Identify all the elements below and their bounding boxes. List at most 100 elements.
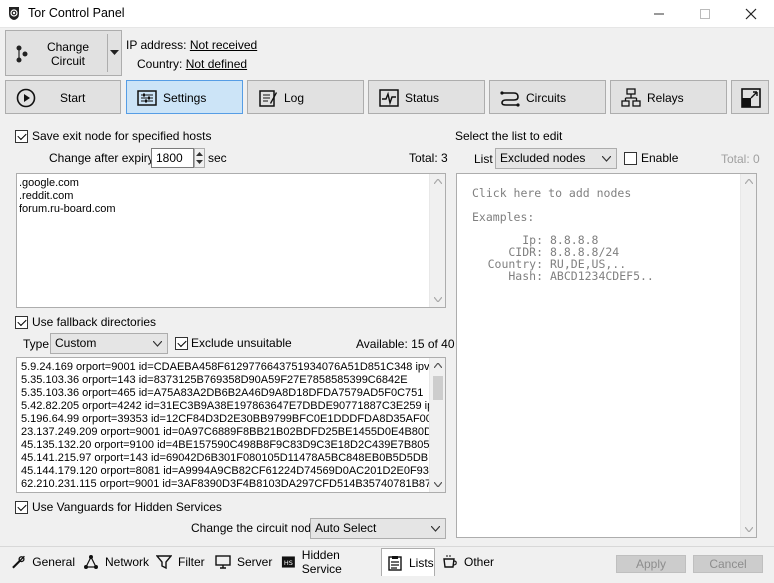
svg-text:HS: HS	[284, 559, 293, 567]
minimize-icon	[654, 13, 664, 15]
start-button[interactable]: Start	[5, 80, 121, 114]
expiry-input[interactable]: 1800	[151, 148, 194, 168]
fallback-entry: 45.141.215.97 orport=143 id=69042D6B301F…	[21, 452, 429, 464]
enable-label: Enable	[641, 151, 679, 165]
fallback-entry: 23.137.249.209 orport=9001 id=0A97C6889F…	[21, 426, 429, 438]
status-button[interactable]: Status	[368, 80, 485, 114]
tab-lists-label: Lists	[409, 555, 434, 570]
exclude-label: Exclude unsuitable	[191, 336, 292, 350]
scroll-up-icon[interactable]	[745, 179, 753, 184]
expiry-spinner[interactable]	[194, 148, 205, 168]
scroll-down-icon[interactable]	[434, 482, 442, 487]
host-entry: .google.com	[19, 177, 79, 189]
type-select[interactable]: Custom	[50, 333, 168, 354]
exclude-checkbox[interactable]	[175, 336, 188, 350]
tab-hidden-service-label: Hidden Service	[301, 548, 342, 576]
circuits-label: Circuits	[526, 91, 567, 105]
host-entry: .reddit.com	[19, 190, 74, 202]
enable-row: Enable	[624, 151, 678, 165]
hosts-scrollbar[interactable]	[429, 174, 445, 307]
ip-address-value[interactable]: Not received	[190, 38, 257, 52]
example-value: ABCD1234CDEF5..	[550, 269, 654, 283]
fallback-list[interactable]: 5.9.24.169 orport=9001 id=CDAEBA458F6129…	[16, 357, 446, 493]
chevron-down-icon	[153, 341, 162, 347]
vanguards-row: Use Vanguards for Hidden Services	[15, 500, 222, 514]
type-label: Type	[23, 337, 50, 351]
maximize-icon	[700, 9, 710, 19]
toggle-view-button[interactable]	[731, 80, 769, 114]
tab-network[interactable]: Network	[83, 548, 149, 576]
play-icon	[16, 88, 36, 108]
tab-general-label: General	[32, 555, 75, 569]
country-label: Country:	[137, 57, 183, 71]
enable-checkbox[interactable]	[624, 151, 637, 165]
save-exit-checkbox[interactable]	[15, 129, 28, 143]
fallback-entry: 62.210.231.115 orport=9001 id=3AF8390D3F…	[21, 478, 429, 490]
host-entry: forum.ru-board.com	[19, 203, 116, 215]
circuits-button[interactable]: Circuits	[489, 80, 606, 114]
filter-icon	[156, 555, 172, 570]
spinner-arrows-icon	[196, 152, 203, 164]
settings-button[interactable]: Settings	[126, 80, 243, 114]
tor-onion-icon	[9, 7, 19, 20]
resize-window-icon	[741, 88, 761, 108]
change-circuit-button[interactable]: Change Circuit	[5, 30, 122, 76]
scroll-up-icon[interactable]	[434, 363, 442, 368]
country-value[interactable]: Not defined	[186, 57, 247, 71]
relays-label: Relays	[647, 91, 684, 105]
tab-hidden-service[interactable]: HS Hidden Service	[281, 548, 377, 576]
list-label: List	[474, 152, 493, 166]
save-exit-label: Save exit node for specified hosts	[32, 129, 212, 143]
scroll-down-icon[interactable]	[434, 297, 442, 302]
circuit-node-value: Auto Select	[315, 521, 377, 535]
example-key: Hash:	[508, 269, 543, 283]
exclude-row: Exclude unsuitable	[175, 336, 292, 350]
fallback-entry: 5.196.64.99 orport=39353 id=12CF84D3D2E3…	[21, 413, 429, 425]
tab-server[interactable]: Server	[215, 548, 273, 576]
tab-filter-label: Filter	[178, 555, 205, 569]
ip-address-row: IP address: Not received	[126, 38, 257, 52]
tab-other[interactable]: Other	[442, 548, 494, 576]
sec-label: sec	[208, 151, 227, 165]
tab-lists[interactable]: Lists	[381, 548, 435, 576]
scroll-down-icon[interactable]	[745, 527, 753, 532]
chevron-down-icon[interactable]	[110, 50, 119, 56]
scroll-up-icon[interactable]	[434, 179, 442, 184]
cancel-button[interactable]: Cancel	[693, 555, 763, 573]
apply-button[interactable]: Apply	[616, 555, 686, 573]
nodes-scrollbar[interactable]	[740, 174, 756, 537]
fallback-checkbox[interactable]	[15, 315, 28, 329]
network-icon	[83, 555, 98, 569]
change-circuit-node-label: Change the circuit node	[191, 521, 318, 535]
list-value: Excluded nodes	[500, 151, 586, 165]
vanguards-label: Use Vanguards for Hidden Services	[32, 500, 222, 514]
scroll-thumb[interactable]	[433, 376, 443, 400]
relays-network-icon	[621, 88, 641, 107]
start-label: Start	[60, 91, 86, 105]
status-pulse-icon	[379, 89, 399, 107]
examples-heading: Examples:	[472, 210, 535, 224]
fallback-entry: 45.144.179.120 orport=8081 id=A9994A9CB8…	[21, 465, 429, 477]
close-icon	[745, 8, 757, 20]
circuit-node-select[interactable]: Auto Select	[310, 518, 446, 539]
tab-filter[interactable]: Filter	[156, 548, 206, 576]
list-select[interactable]: Excluded nodes	[495, 148, 617, 169]
maximize-button[interactable]	[682, 0, 728, 28]
fallback-scrollbar[interactable]	[429, 358, 445, 492]
add-nodes-hint: Click here to add nodes	[472, 186, 632, 200]
tab-server-label: Server	[237, 555, 273, 569]
list-clipboard-icon	[388, 555, 402, 571]
select-list-label: Select the list to edit	[455, 129, 563, 143]
vanguards-checkbox[interactable]	[15, 500, 28, 514]
nodes-textbox[interactable]: Click here to add nodes Examples: Ip: 8.8…	[456, 173, 757, 538]
fallback-entry: 5.35.103.36 orport=465 id=A75A83A2DB6B2A…	[21, 387, 424, 399]
type-value: Custom	[55, 336, 97, 350]
tab-network-label: Network	[104, 555, 149, 569]
log-button[interactable]: Log	[247, 80, 364, 114]
relays-button[interactable]: Relays	[610, 80, 727, 114]
chevron-down-icon	[602, 156, 611, 162]
hosts-textbox[interactable]: .google.com .reddit.com forum.ru-board.c…	[16, 173, 446, 308]
minimize-button[interactable]	[636, 0, 682, 28]
tab-general[interactable]: General	[11, 548, 75, 576]
close-window-button[interactable]	[728, 0, 774, 28]
